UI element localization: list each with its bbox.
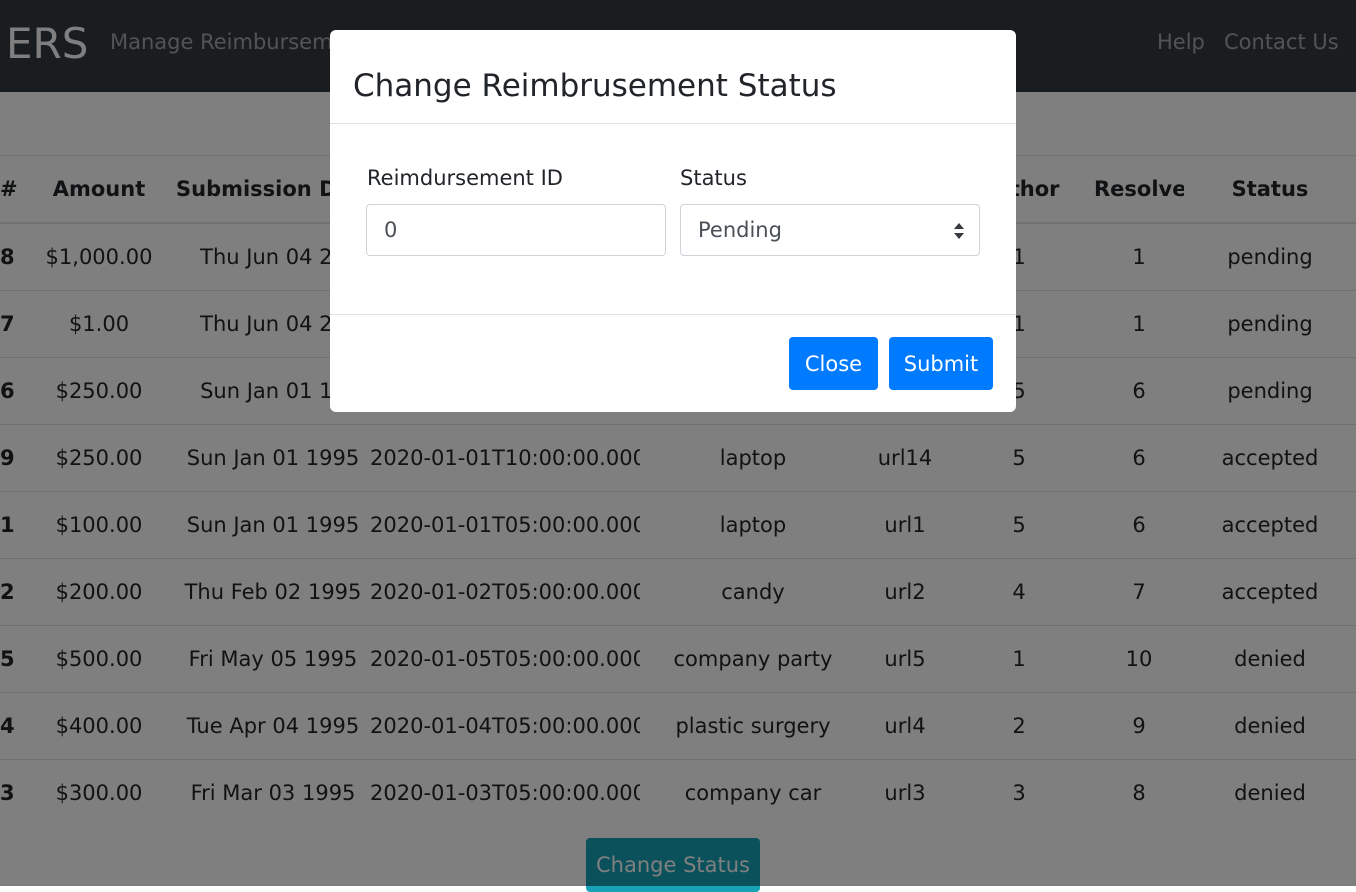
close-button[interactable]: Close <box>789 337 878 390</box>
reimbursement-id-label: Reimdursement ID <box>367 166 563 190</box>
modal-footer-divider <box>330 314 1016 315</box>
select-arrows-icon <box>954 223 964 239</box>
status-label: Status <box>680 166 747 190</box>
submit-button[interactable]: Submit <box>889 337 993 390</box>
change-status-modal: Change Reimbrusement Status Reimdursemen… <box>330 30 1016 412</box>
reimbursement-id-input[interactable] <box>366 204 666 256</box>
status-select[interactable]: Pending <box>680 204 980 256</box>
modal-header-divider <box>330 123 1016 124</box>
modal-title: Change Reimbrusement Status <box>353 68 837 104</box>
status-select-value: Pending <box>698 218 782 242</box>
